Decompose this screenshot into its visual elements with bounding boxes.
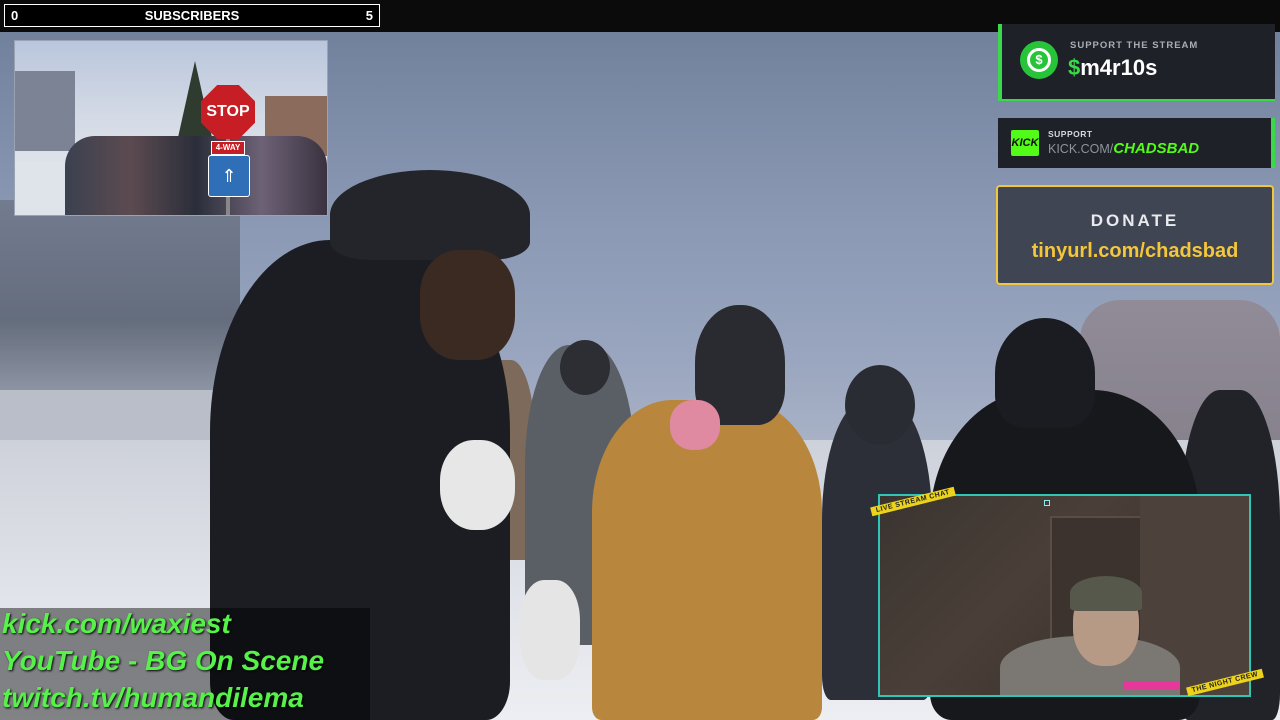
cashtag-dollar: $ xyxy=(1068,55,1081,80)
background-building xyxy=(0,200,240,400)
support-kick-label: SUPPORT xyxy=(1048,129,1093,139)
camera-operator-head xyxy=(560,340,610,395)
inset-video: STOP 4-WAY ⇑ xyxy=(14,40,328,216)
subscriber-label: SUBSCRIBERS xyxy=(144,8,240,23)
twitch-channel-link[interactable]: twitch.tv/humandilema xyxy=(2,682,304,714)
cashtag-handle: m4r10s xyxy=(1080,55,1158,80)
kick-url: KICK.COM/CHADSBAD xyxy=(1048,140,1199,157)
four-way-plate: 4-WAY xyxy=(211,141,245,155)
inset-building xyxy=(15,71,75,151)
donate-title: DONATE xyxy=(1090,211,1180,230)
inset-crowd xyxy=(65,136,327,215)
cashtag: $m4r10s xyxy=(1068,55,1157,81)
channel-links: kick.com/waxiest YouTube - BG On Scene t… xyxy=(0,608,370,720)
streamer-cap xyxy=(1070,576,1142,611)
kick-logo-icon: KICK xyxy=(1011,130,1039,156)
speaker-face xyxy=(420,250,515,360)
youtube-channel-link[interactable]: YouTube - BG On Scene xyxy=(2,645,324,677)
white-dog xyxy=(520,580,580,680)
stop-sign: STOP xyxy=(201,85,255,139)
support-kick-panel[interactable]: KICK SUPPORT KICK.COM/CHADSBAD xyxy=(998,118,1275,168)
pink-glove xyxy=(670,400,720,450)
webcam-overlay xyxy=(878,494,1251,697)
person-masked-right-head xyxy=(995,318,1095,428)
kick-channel: CHADSBAD xyxy=(1113,140,1200,157)
subscriber-start-count: 0 xyxy=(11,8,19,23)
speaker-hat xyxy=(330,170,530,260)
person-tan-jacket xyxy=(592,400,822,720)
subscriber-goal-bar: 0 SUBSCRIBERS 5 xyxy=(4,4,380,27)
webcam-indicator-icon xyxy=(1044,500,1050,506)
bus-sign-icon: ⇑ xyxy=(208,155,250,197)
subscriber-goal-count: 5 xyxy=(365,8,373,23)
kick-url-prefix: KICK.COM/ xyxy=(1048,142,1114,156)
white-glove xyxy=(440,440,515,530)
support-stream-panel[interactable]: $ SUPPORT THE STREAM $m4r10s xyxy=(998,24,1275,101)
donate-link[interactable]: tinyurl.com/chadsbad xyxy=(998,240,1272,263)
webcam-pink-bar xyxy=(1124,681,1180,689)
cash-app-icon: $ xyxy=(1020,41,1058,79)
person-beanie-head xyxy=(845,365,915,445)
kick-channel-link[interactable]: kick.com/waxiest xyxy=(2,608,231,640)
support-stream-label: SUPPORT THE STREAM xyxy=(1070,40,1199,51)
donate-panel[interactable]: DONATE tinyurl.com/chadsbad xyxy=(996,185,1274,285)
highway-barrier xyxy=(0,390,240,445)
